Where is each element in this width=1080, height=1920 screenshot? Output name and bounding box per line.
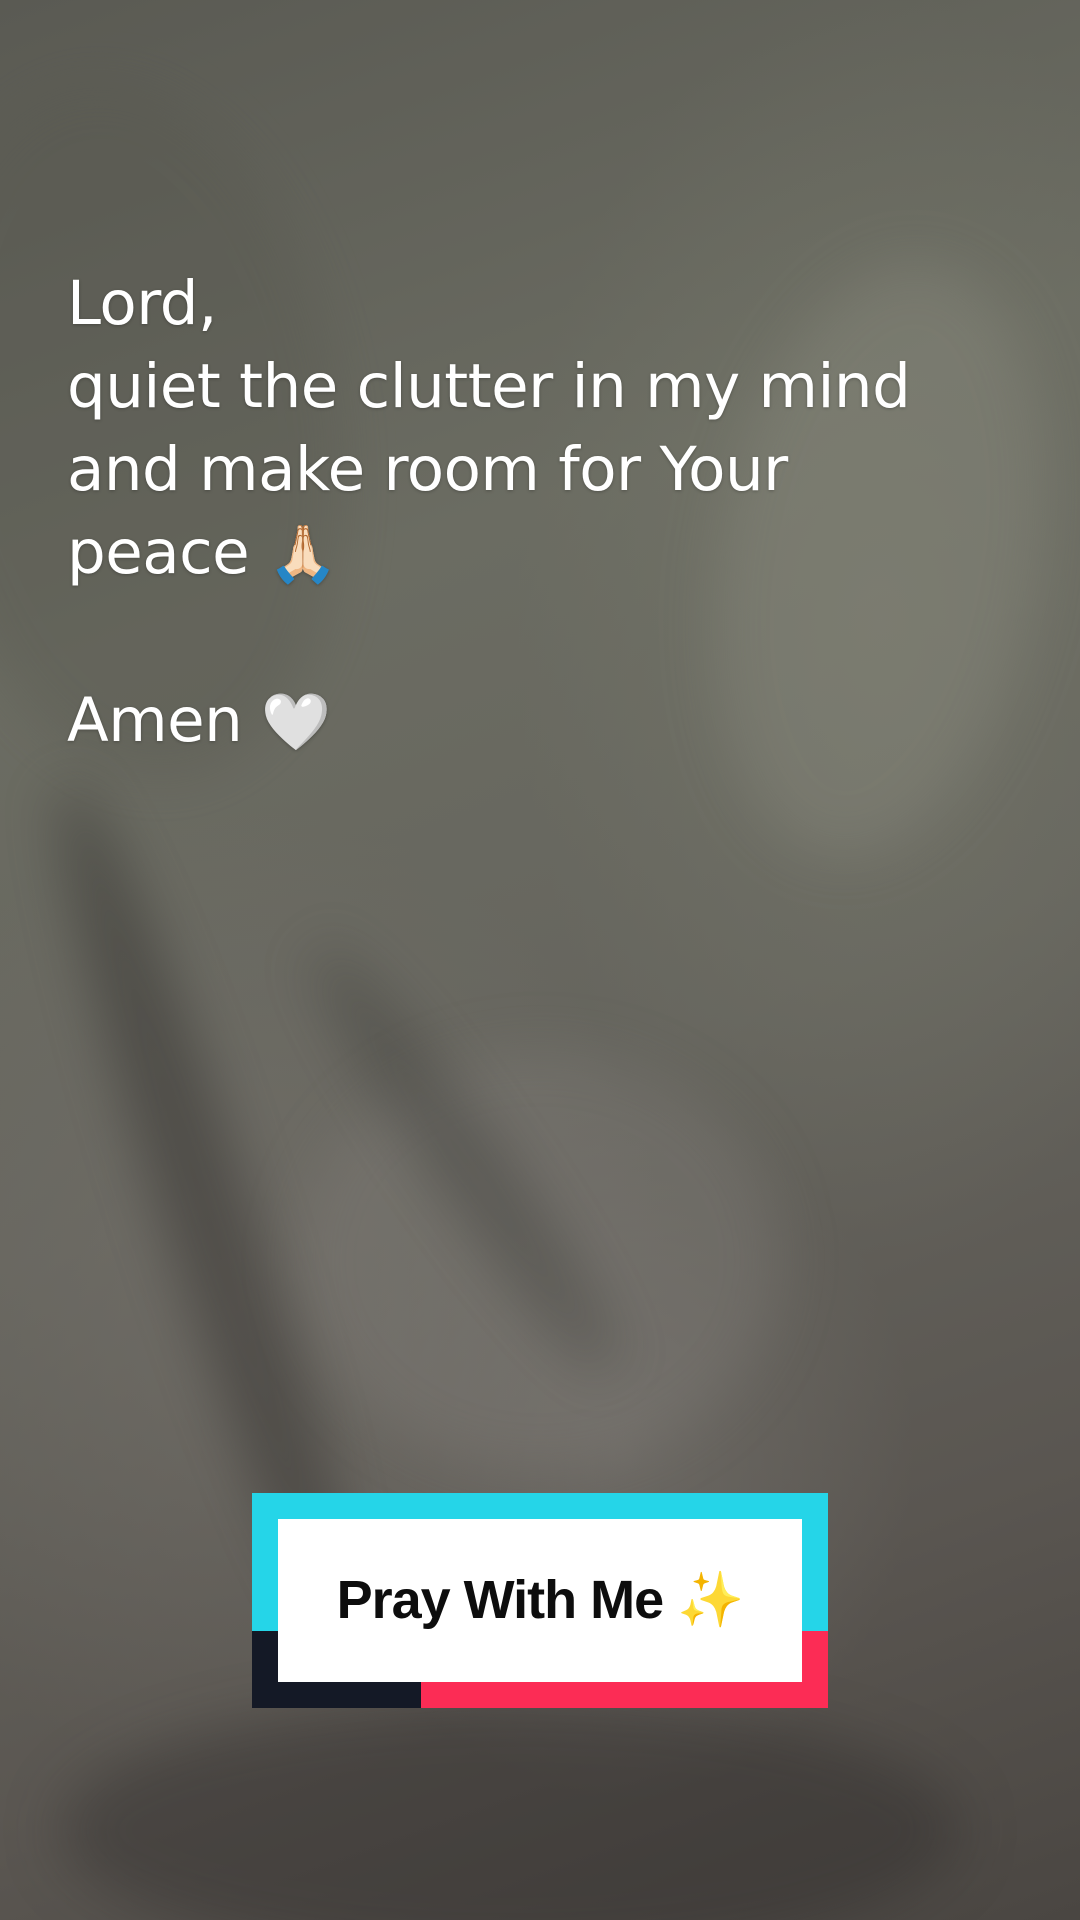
prayer-closing-text: Amen (67, 685, 243, 756)
prayer-caption: Lord, quiet the clutter in my mind and m… (67, 262, 967, 764)
background-fold (300, 1050, 780, 1470)
white-heart-icon: 🤍 (261, 690, 331, 755)
prayer-line-3: and make room for Your (67, 434, 788, 505)
badge-card: Pray With Me ✨ (278, 1519, 802, 1682)
praying-hands-icon: 🙏🏻 (268, 522, 338, 587)
pray-with-me-badge: Pray With Me ✨ (252, 1493, 828, 1708)
prayer-line-4: peace 🙏🏻 (67, 511, 967, 596)
prayer-line-1: Lord, (67, 268, 217, 339)
background-fold (60, 1700, 960, 1920)
background-fold (287, 926, 643, 1394)
prayer-closing: Amen 🤍 (67, 679, 967, 764)
line-spacer (67, 596, 967, 679)
badge-label: Pray With Me ✨ (336, 1570, 745, 1630)
video-frame[interactable]: Lord, quiet the clutter in my mind and m… (0, 0, 1080, 1920)
prayer-line-2: quiet the clutter in my mind (67, 351, 911, 422)
prayer-line-4-text: peace (67, 517, 250, 588)
